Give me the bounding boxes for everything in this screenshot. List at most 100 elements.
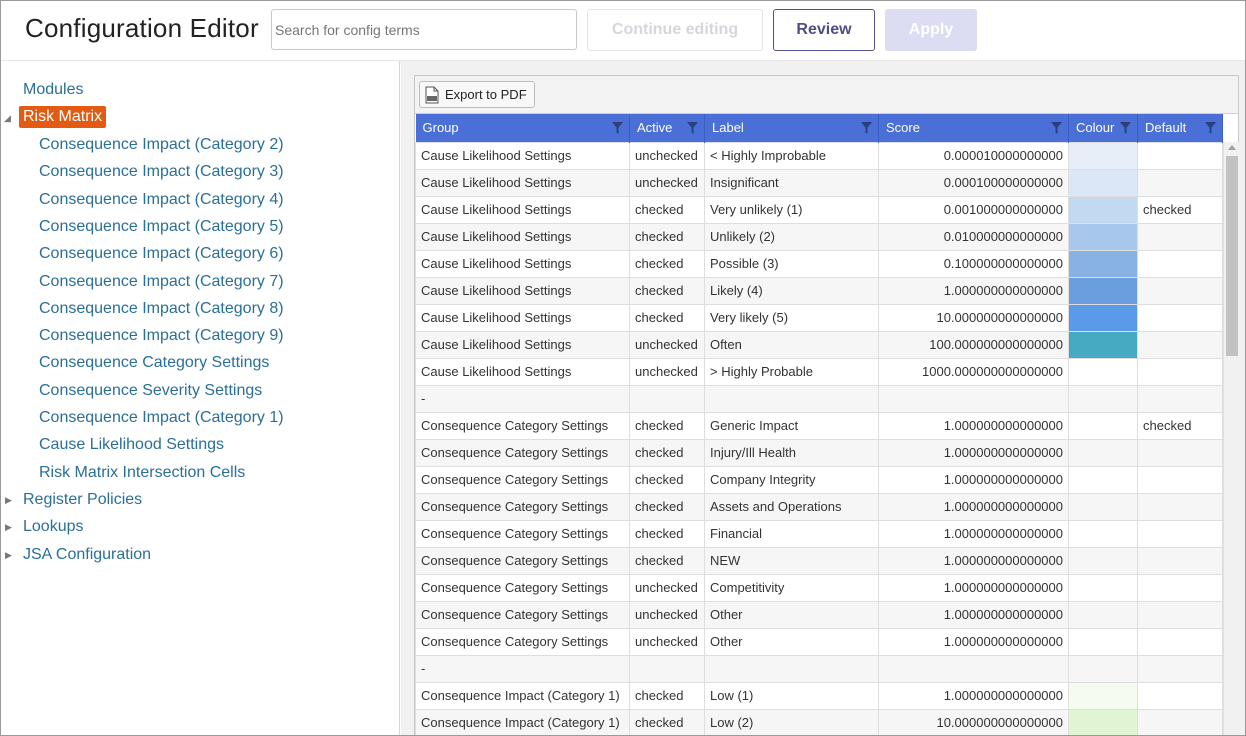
cell-group[interactable]: Consequence Category Settings <box>415 627 630 656</box>
cell-label[interactable] <box>704 654 879 683</box>
cell-colour[interactable] <box>1068 600 1138 629</box>
table-row[interactable]: Cause Likelihood Settings unchecked > High… <box>415 357 1223 386</box>
cell-label[interactable]: < Highly Improbable <box>704 141 879 170</box>
cell-colour[interactable] <box>1068 654 1138 683</box>
export-pdf-button[interactable]: Export to PDF <box>419 81 535 108</box>
tree-item-child[interactable]: Consequence Impact (Category 6) <box>39 245 284 263</box>
cell-group[interactable]: Cause Likelihood Settings <box>415 330 630 359</box>
apply-button[interactable]: Apply <box>885 9 977 51</box>
cell-active[interactable]: checked <box>629 195 705 224</box>
cell-group[interactable]: Cause Likelihood Settings <box>415 357 630 386</box>
caret-collapsed-icon[interactable]: ▶ <box>5 495 12 506</box>
cell-colour[interactable] <box>1068 249 1138 278</box>
cell-default[interactable] <box>1137 600 1223 629</box>
caret-collapsed-icon[interactable]: ▶ <box>5 522 12 533</box>
cell-label[interactable]: Very unlikely (1) <box>704 195 879 224</box>
cell-active[interactable] <box>629 654 705 683</box>
cell-score[interactable]: 1.000000000000000 <box>878 627 1069 656</box>
cell-label[interactable]: NEW <box>704 546 879 575</box>
caret-expanded-icon[interactable]: ◢ <box>4 113 11 124</box>
table-row[interactable]: Consequence Category Settings checked NEW 1… <box>415 546 1223 575</box>
cell-colour[interactable] <box>1068 384 1138 413</box>
cell-group[interactable]: Consequence Category Settings <box>415 438 630 467</box>
filter-icon[interactable] <box>612 122 623 134</box>
cell-default[interactable] <box>1137 492 1223 521</box>
cell-default[interactable]: checked <box>1137 195 1223 224</box>
tree-item-child[interactable]: Consequence Impact (Category 9) <box>39 327 284 345</box>
scroll-up-icon[interactable] <box>1228 145 1236 150</box>
cell-score[interactable]: 1.000000000000000 <box>878 546 1069 575</box>
cell-default[interactable] <box>1137 384 1223 413</box>
tree-item-child[interactable]: Consequence Impact (Category 4) <box>39 191 284 209</box>
cell-active[interactable] <box>629 384 705 413</box>
cell-label[interactable]: Likely (4) <box>704 276 879 305</box>
vertical-scrollbar[interactable] <box>1223 142 1239 735</box>
search-input[interactable] <box>271 9 577 50</box>
tree-item-child[interactable]: Risk Matrix Intersection Cells <box>39 464 245 482</box>
cell-label[interactable]: Company Integrity <box>704 465 879 494</box>
cell-label[interactable]: Unlikely (2) <box>704 222 879 251</box>
cell-colour[interactable] <box>1068 141 1138 170</box>
cell-active[interactable]: unchecked <box>629 357 705 386</box>
cell-group[interactable]: Consequence Category Settings <box>415 519 630 548</box>
cell-label[interactable]: Low (2) <box>704 708 879 735</box>
table-row[interactable]: Cause Likelihood Settings checked Possible… <box>415 249 1223 278</box>
cell-active[interactable]: unchecked <box>629 168 705 197</box>
cell-group[interactable]: Cause Likelihood Settings <box>415 195 630 224</box>
cell-active[interactable]: unchecked <box>629 600 705 629</box>
cell-default[interactable] <box>1137 141 1223 170</box>
continue-editing-button[interactable]: Continue editing <box>587 9 763 51</box>
table-row[interactable]: Consequence Category Settings checked Asse… <box>415 492 1223 521</box>
cell-score[interactable] <box>878 384 1069 413</box>
cell-group[interactable]: Consequence Category Settings <box>415 411 630 440</box>
cell-active[interactable]: checked <box>629 438 705 467</box>
table-row[interactable]: Cause Likelihood Settings checked Unlikely… <box>415 222 1223 251</box>
cell-default[interactable] <box>1137 465 1223 494</box>
table-row[interactable]: Cause Likelihood Settings checked Very unl… <box>415 195 1223 224</box>
tree-item-child[interactable]: Cause Likelihood Settings <box>39 436 224 454</box>
cell-group[interactable]: Consequence Category Settings <box>415 492 630 521</box>
cell-score[interactable]: 1.000000000000000 <box>878 573 1069 602</box>
cell-group[interactable]: Consequence Impact (Category 1) <box>415 681 630 710</box>
cell-score[interactable]: 0.000010000000000 <box>878 141 1069 170</box>
cell-group[interactable]: Consequence Category Settings <box>415 546 630 575</box>
cell-active[interactable]: unchecked <box>629 141 705 170</box>
cell-score[interactable]: 1.000000000000000 <box>878 411 1069 440</box>
filter-icon[interactable] <box>1051 122 1062 134</box>
tree-item-jsa-configuration[interactable]: JSA Configuration <box>23 546 151 564</box>
tree-item-risk-matrix[interactable]: Risk Matrix <box>19 106 107 128</box>
cell-score[interactable] <box>878 654 1069 683</box>
cell-label[interactable]: Competitivity <box>704 573 879 602</box>
column-header-group[interactable]: Group <box>415 114 630 142</box>
cell-colour[interactable] <box>1068 168 1138 197</box>
cell-default[interactable] <box>1137 654 1223 683</box>
cell-label[interactable]: Low (1) <box>704 681 879 710</box>
cell-score[interactable]: 0.010000000000000 <box>878 222 1069 251</box>
tree-item-child[interactable]: Consequence Category Settings <box>39 354 269 372</box>
table-row[interactable]: Cause Likelihood Settings unchecked Often 1… <box>415 330 1223 359</box>
table-row[interactable]: Consequence Impact (Category 1) checked Lo… <box>415 708 1223 735</box>
table-row[interactable]: Cause Likelihood Settings checked Very lik… <box>415 303 1223 332</box>
tree-item-child[interactable]: Consequence Impact (Category 7) <box>39 273 284 291</box>
cell-active[interactable]: checked <box>629 681 705 710</box>
table-row[interactable]: Cause Likelihood Settings unchecked Insign… <box>415 168 1223 197</box>
cell-group[interactable]: Consequence Category Settings <box>415 573 630 602</box>
cell-colour[interactable] <box>1068 681 1138 710</box>
scrollbar-thumb[interactable] <box>1226 156 1238 356</box>
cell-colour[interactable] <box>1068 465 1138 494</box>
tree-item-child[interactable]: Consequence Severity Settings <box>39 382 262 400</box>
cell-label[interactable] <box>704 384 879 413</box>
tree-item-child[interactable]: Consequence Impact (Category 8) <box>39 300 284 318</box>
cell-group[interactable]: Cause Likelihood Settings <box>415 249 630 278</box>
cell-active[interactable]: unchecked <box>629 330 705 359</box>
cell-colour[interactable] <box>1068 195 1138 224</box>
cell-score[interactable]: 1.000000000000000 <box>878 438 1069 467</box>
cell-active[interactable]: checked <box>629 411 705 440</box>
table-row[interactable]: Consequence Category Settings unchecked Ot… <box>415 627 1223 656</box>
tree-item-child[interactable]: Consequence Impact (Category 3) <box>39 163 284 181</box>
cell-default[interactable] <box>1137 438 1223 467</box>
table-row[interactable]: Consequence Impact (Category 1) checked Lo… <box>415 681 1223 710</box>
cell-colour[interactable] <box>1068 708 1138 735</box>
cell-score[interactable]: 1.000000000000000 <box>878 492 1069 521</box>
cell-active[interactable]: checked <box>629 303 705 332</box>
